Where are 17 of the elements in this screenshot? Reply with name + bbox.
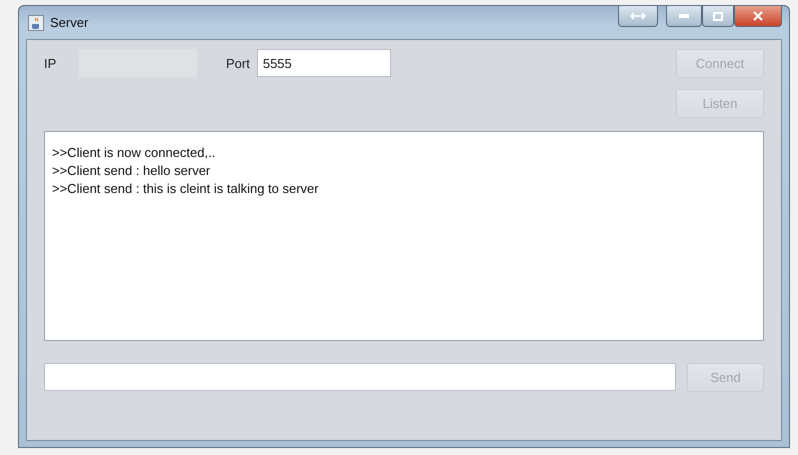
port-field[interactable]: 5555 — [256, 49, 391, 77]
message-field[interactable] — [44, 363, 676, 391]
log-line: >>Client send : hello server — [52, 162, 212, 180]
minimize-button[interactable] — [666, 6, 702, 27]
ip-label: IP — [44, 56, 58, 70]
double-arrow-icon — [630, 12, 646, 20]
log-line: >>Client send : this is cleint is talking to server — [52, 180, 320, 198]
resize-button[interactable] — [618, 6, 658, 27]
close-button[interactable] — [734, 6, 782, 27]
close-icon — [753, 11, 763, 21]
coffee-cup-icon — [28, 14, 44, 30]
window-title: Server — [50, 15, 88, 30]
minimize-icon — [679, 14, 689, 18]
maximize-icon — [713, 12, 723, 20]
maximize-button[interactable] — [702, 6, 734, 27]
log-line: >>Client is now connected,.. — [52, 144, 216, 162]
port-label: Port — [226, 56, 250, 70]
